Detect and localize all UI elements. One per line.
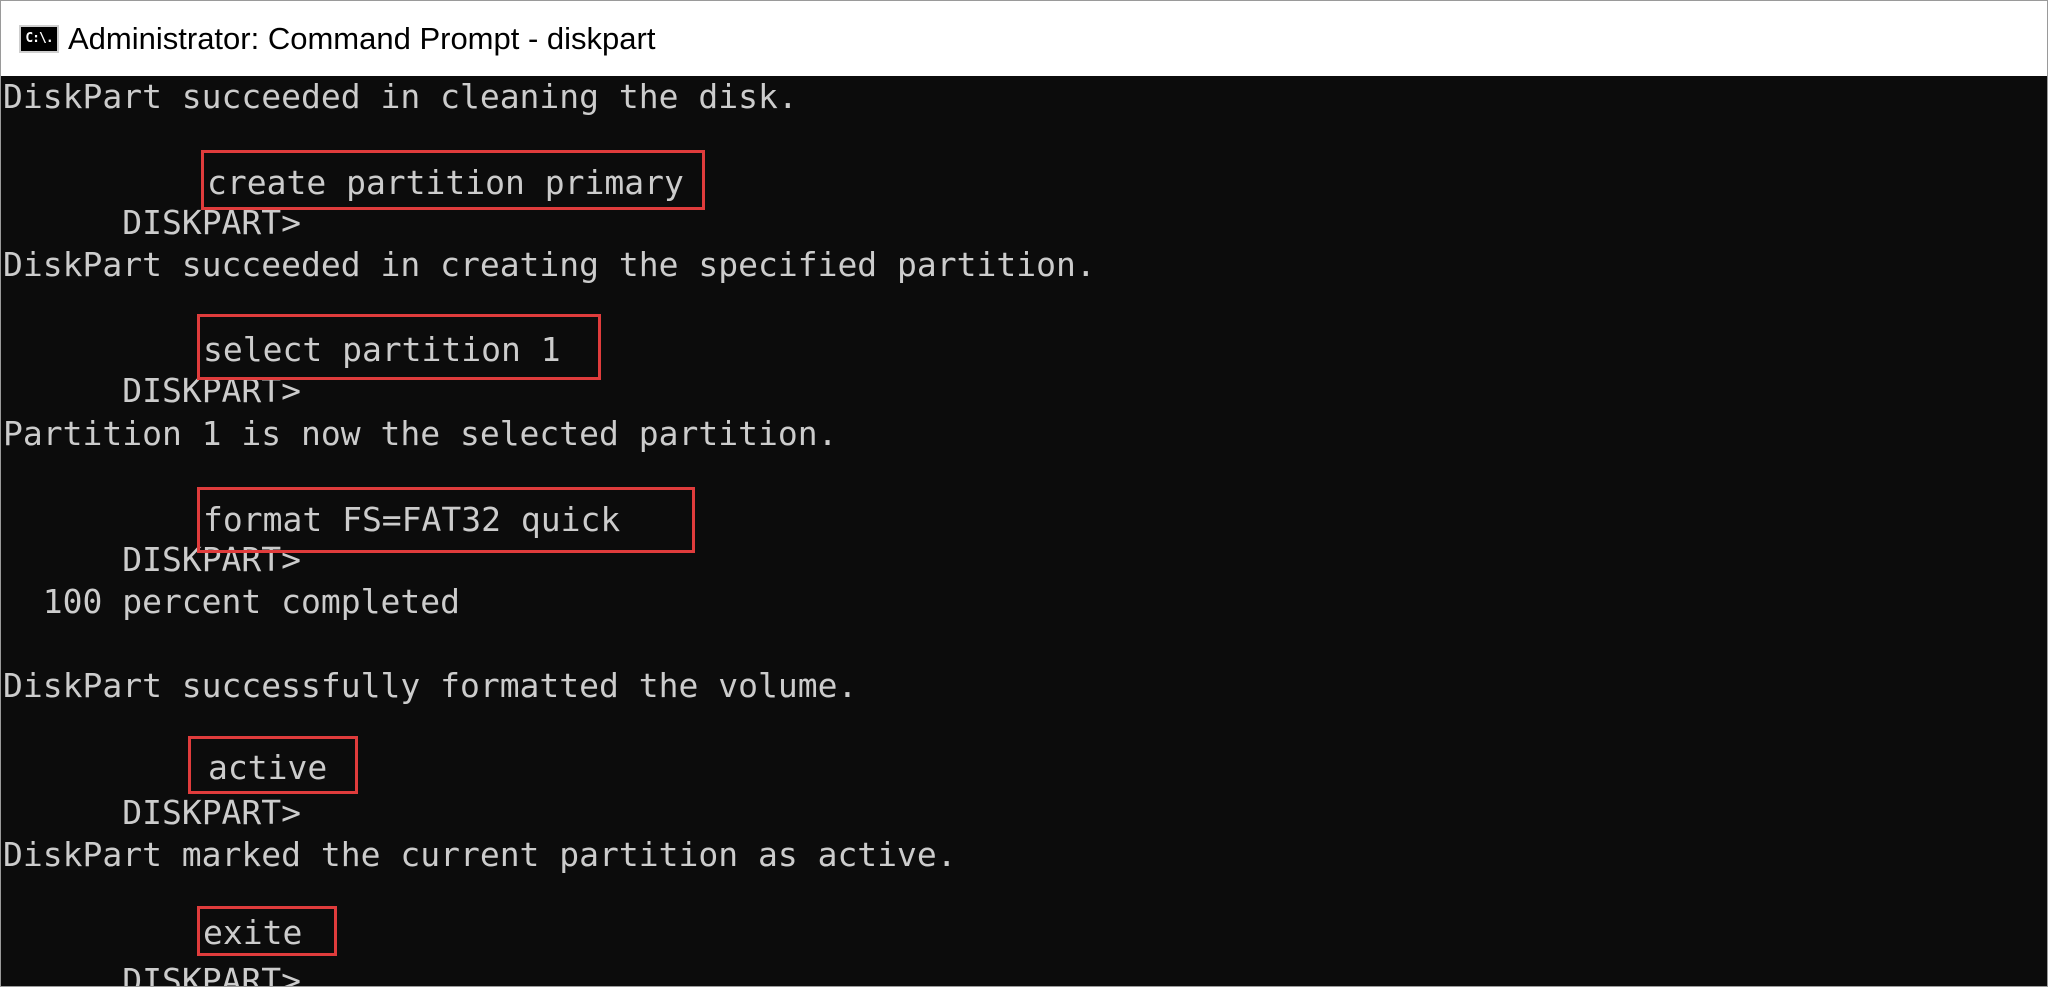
output-line: Partition 1 is now the selected partitio… bbox=[3, 414, 838, 453]
output-line: DiskPart succeeded in creating the speci… bbox=[3, 245, 1096, 284]
output-line: DiskPart marked the current partition as… bbox=[3, 835, 957, 874]
command-line: DISKPART> format FS=FAT32 quick bbox=[3, 487, 695, 579]
window-title: Administrator: Command Prompt - diskpart bbox=[68, 20, 656, 56]
output-line: DiskPart successfully formatted the volu… bbox=[3, 666, 858, 705]
command-prompt-icon: C:\. bbox=[19, 24, 59, 53]
output-line: DiskPart succeeded in cleaning the disk. bbox=[3, 77, 798, 116]
highlighted-command: exite bbox=[197, 906, 337, 956]
highlighted-command: select partition 1 bbox=[197, 314, 601, 380]
output-line: 100 percent completed bbox=[3, 582, 460, 621]
command-line: DISKPART> select partition 1 bbox=[3, 314, 601, 410]
highlighted-command: format FS=FAT32 quick bbox=[197, 487, 695, 553]
prompt: DISKPART> bbox=[122, 793, 321, 832]
command-line: DISKPART> create partition primary bbox=[3, 150, 705, 242]
highlighted-command: active bbox=[188, 736, 358, 794]
title-bar[interactable]: C:\. Administrator: Command Prompt - dis… bbox=[1, 1, 2047, 76]
console-output[interactable]: DiskPart succeeded in cleaning the disk.… bbox=[3, 76, 2043, 986]
highlighted-command: create partition primary bbox=[201, 150, 705, 210]
command-line: DISKPART> exite bbox=[3, 906, 337, 986]
command-line: DISKPART> active bbox=[3, 736, 358, 832]
command-prompt-window: C:\. Administrator: Command Prompt - dis… bbox=[0, 0, 2048, 987]
prompt: DISKPART> bbox=[122, 961, 321, 987]
